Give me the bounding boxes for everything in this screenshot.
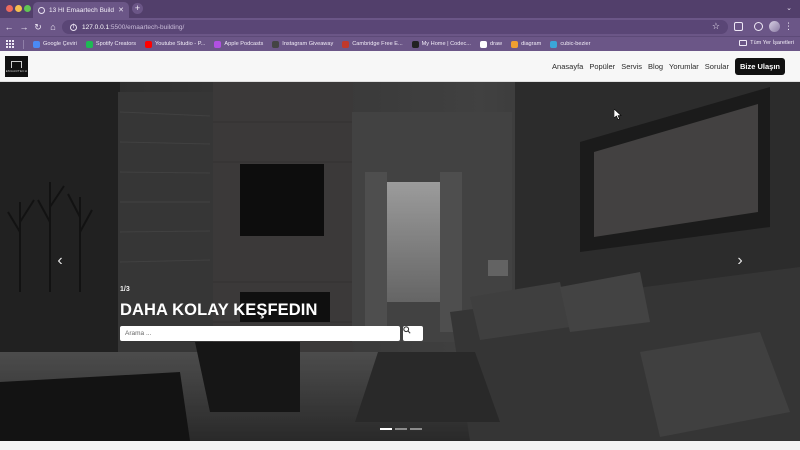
nav-link-servis[interactable]: Servis bbox=[621, 62, 642, 71]
window-minimize-button[interactable] bbox=[15, 5, 22, 12]
mouse-cursor-icon bbox=[614, 109, 622, 120]
bookmark-label: diagram bbox=[521, 41, 542, 47]
folder-icon bbox=[739, 40, 748, 46]
search-icon bbox=[403, 326, 411, 334]
nav-link-populer[interactable]: Popüler bbox=[589, 62, 615, 71]
all-bookmarks-label: Tüm Yer İşaretleri bbox=[750, 40, 794, 46]
media-controls-icon[interactable] bbox=[754, 22, 763, 31]
bookmark-item[interactable]: diagram bbox=[511, 40, 542, 48]
carousel-next-chevron-icon[interactable]: › bbox=[733, 252, 747, 270]
tab-search-chevron-icon[interactable]: ⌄ bbox=[786, 4, 792, 12]
window-close-button[interactable] bbox=[6, 5, 13, 12]
address-bar[interactable]: i 127.0.0.1:5500/emaartech-building/ bbox=[62, 20, 728, 34]
bookmark-favicon-icon bbox=[479, 40, 487, 48]
bookmark-item[interactable]: Google Çeviri bbox=[33, 40, 77, 48]
carousel-indicators bbox=[380, 428, 422, 430]
nav-link-sorular[interactable]: Sorular bbox=[705, 62, 729, 71]
new-tab-button[interactable]: + bbox=[132, 3, 143, 14]
profile-avatar[interactable] bbox=[769, 21, 780, 32]
hero-title: DAHA KOLAY KEŞFEDIN bbox=[120, 301, 318, 319]
slide-counter: 1/3 bbox=[120, 286, 130, 293]
bookmark-label: Instagram Giveaway bbox=[282, 41, 334, 47]
site-info-icon[interactable]: i bbox=[70, 23, 77, 31]
window-maximize-button[interactable] bbox=[24, 5, 31, 12]
bookmark-favicon-icon bbox=[411, 40, 419, 48]
browser-menu-icon[interactable]: ⋮ bbox=[784, 21, 793, 31]
globe-icon bbox=[38, 6, 45, 14]
tab-close-icon[interactable]: ✕ bbox=[118, 7, 124, 14]
bookmarks-divider bbox=[23, 39, 24, 49]
bookmark-item[interactable]: My Home | Codec... bbox=[411, 40, 471, 48]
home-icon[interactable]: ⌂ bbox=[47, 21, 59, 33]
bookmark-label: cubic-bezier bbox=[560, 41, 591, 47]
bookmarks-bar: Google Çeviri Spotify Creators Youtube S… bbox=[0, 36, 800, 51]
logo-text: EMAARTECH bbox=[5, 68, 28, 73]
logo-mark-icon bbox=[11, 60, 22, 68]
bookmark-favicon-icon bbox=[85, 40, 93, 48]
bookmark-favicon-icon bbox=[272, 40, 280, 48]
browser-tab-active[interactable]: 13 HI Emaartech Building ✕ bbox=[33, 2, 129, 18]
bookmark-label: Apple Podcasts bbox=[224, 41, 264, 47]
url-host: 127.0.0.1 bbox=[82, 23, 110, 31]
extensions-icon[interactable] bbox=[734, 22, 743, 31]
bookmark-label: draw bbox=[489, 41, 503, 47]
search-button[interactable] bbox=[403, 326, 423, 341]
hero-background-image bbox=[0, 82, 800, 441]
bookmark-label: My Home | Codec... bbox=[421, 41, 471, 47]
forward-arrow-icon[interactable]: → bbox=[18, 21, 30, 33]
bookmark-label: Spotify Creators bbox=[95, 41, 136, 47]
bookmark-label: Youtube Studio - P... bbox=[155, 41, 206, 47]
bookmark-label: Cambridge Free E... bbox=[352, 41, 403, 47]
bookmark-favicon-icon bbox=[145, 40, 152, 48]
browser-toolbar: ← → ↻ ⌂ i 127.0.0.1:5500/emaartech-build… bbox=[0, 18, 800, 36]
url-path: :5500/emaartech-building/ bbox=[109, 23, 185, 31]
bookmark-item[interactable]: Spotify Creators bbox=[85, 40, 136, 48]
bookmark-favicon-icon bbox=[342, 40, 350, 48]
search-input[interactable] bbox=[120, 326, 400, 341]
bookmark-favicon-icon bbox=[33, 40, 40, 48]
contact-button[interactable]: Bize Ulaşın bbox=[734, 58, 785, 75]
bookmark-item[interactable]: draw bbox=[479, 40, 503, 48]
bookmark-label: Google Çeviri bbox=[43, 41, 77, 47]
carousel-prev-chevron-icon[interactable]: ‹ bbox=[53, 252, 67, 270]
nav-link-yorumlar[interactable]: Yorumlar bbox=[669, 62, 699, 71]
bookmark-favicon-icon bbox=[214, 40, 222, 48]
back-arrow-icon[interactable]: ← bbox=[3, 21, 15, 33]
reload-icon[interactable]: ↻ bbox=[32, 21, 44, 33]
carousel-indicator-1[interactable] bbox=[380, 428, 392, 430]
tab-title: 13 HI Emaartech Building bbox=[49, 6, 115, 14]
all-bookmarks-button[interactable]: Tüm Yer İşaretleri bbox=[739, 40, 794, 46]
bookmark-favicon-icon bbox=[550, 40, 558, 48]
hero-carousel: ‹ › 1/3 DAHA KOLAY KEŞFEDIN bbox=[0, 82, 800, 441]
bookmark-favicon-icon bbox=[511, 40, 519, 48]
carousel-indicator-2[interactable] bbox=[395, 428, 407, 430]
browser-tab-bar: 13 HI Emaartech Building ✕ + ⌄ bbox=[0, 0, 800, 18]
main-nav: Anasayfa Popüler Servis Blog Yorumlar So… bbox=[552, 58, 785, 75]
site-logo[interactable]: EMAARTECH bbox=[5, 56, 28, 77]
url-text: 127.0.0.1:5500/emaartech-building/ bbox=[82, 24, 184, 31]
carousel-indicator-3[interactable] bbox=[410, 428, 422, 430]
bookmark-item[interactable]: Cambridge Free E... bbox=[342, 40, 403, 48]
bookmark-star-icon[interactable]: ☆ bbox=[712, 21, 720, 32]
page-bottom-strip bbox=[0, 441, 800, 450]
bookmark-item[interactable]: Youtube Studio - P... bbox=[145, 40, 206, 48]
bookmark-item[interactable]: Apple Podcasts bbox=[214, 40, 264, 48]
bookmark-item[interactable]: Instagram Giveaway bbox=[272, 40, 334, 48]
nav-link-blog[interactable]: Blog bbox=[648, 62, 663, 71]
bookmark-item[interactable]: cubic-bezier bbox=[550, 40, 591, 48]
nav-link-anasayfa[interactable]: Anasayfa bbox=[552, 62, 583, 71]
site-header: EMAARTECH Anasayfa Popüler Servis Blog Y… bbox=[0, 51, 800, 82]
apps-grid-icon[interactable] bbox=[6, 40, 14, 48]
